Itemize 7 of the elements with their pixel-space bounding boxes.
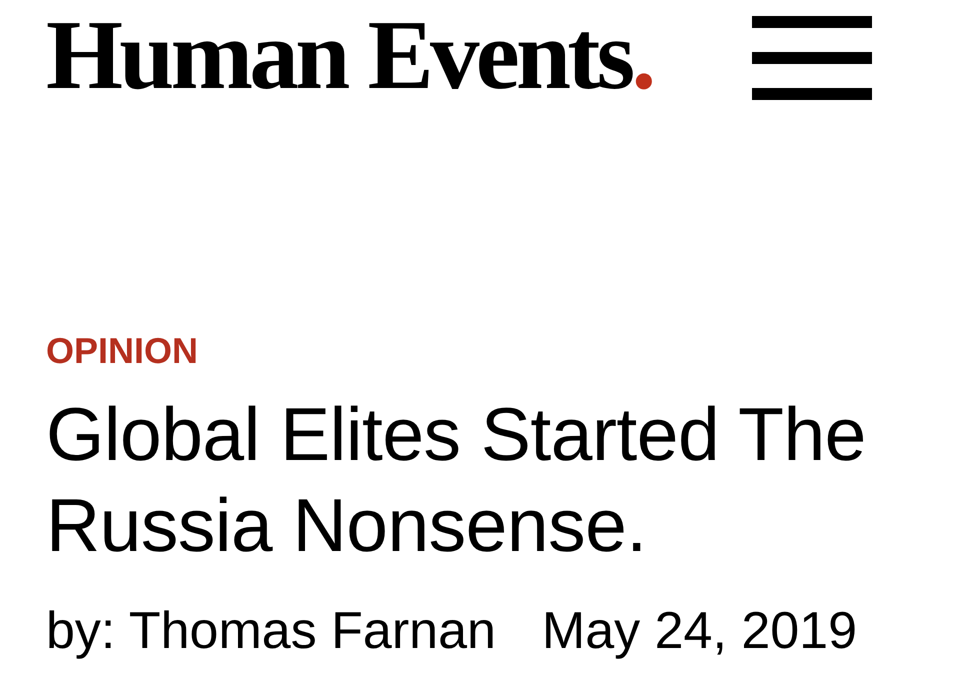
menu-button[interactable] xyxy=(752,16,872,100)
category-label: OPINION xyxy=(46,333,200,369)
menu-icon xyxy=(752,16,872,100)
article-title: Global Elites Started The Russia Nonsense. xyxy=(46,391,867,569)
publish-date: May 24, 2019 xyxy=(542,603,858,660)
site-logo[interactable]: Human Events. xyxy=(46,6,653,105)
author-byline: by: Thomas Farnan xyxy=(46,603,496,660)
